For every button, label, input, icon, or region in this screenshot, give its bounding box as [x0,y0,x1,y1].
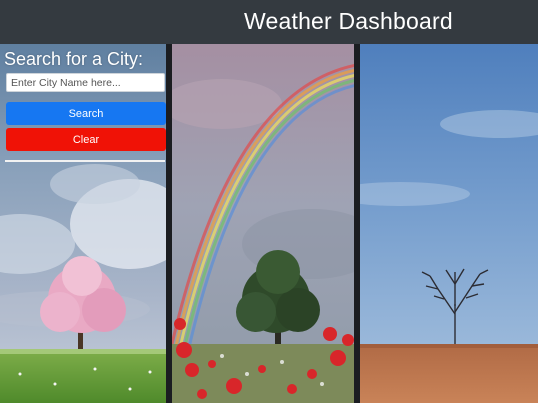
search-label: Search for a City: [4,49,144,69]
background-image-rainbow-tree [172,44,354,403]
city-search-input[interactable] [6,73,165,92]
clear-button[interactable]: Clear [6,128,166,151]
page-title: Weather Dashboard [244,8,453,34]
search-divider [5,160,165,162]
background-image-blossom-tree [0,44,166,403]
background-image-bare-tree [360,44,538,403]
app-header: Weather Dashboard [0,0,538,44]
search-button[interactable]: Search [6,102,166,125]
